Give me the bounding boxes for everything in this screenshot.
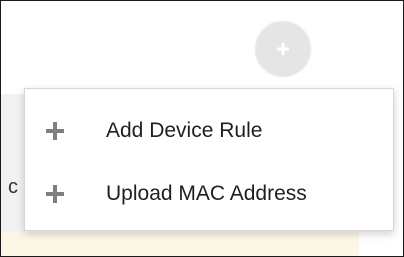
background-panel (1, 94, 25, 234)
menu-item-label: Upload MAC Address (106, 182, 307, 205)
plus-icon (277, 43, 289, 55)
add-dropdown-menu: Add Device Rule Upload MAC Address (24, 88, 394, 231)
menu-item-add-device-rule[interactable]: Add Device Rule (25, 106, 393, 156)
background-partial-text: c (8, 176, 18, 198)
plus-icon (45, 184, 65, 204)
add-fab-button[interactable] (255, 21, 311, 77)
menu-item-upload-mac-address[interactable]: Upload MAC Address (25, 169, 393, 219)
menu-item-label: Add Device Rule (106, 119, 263, 142)
screenshot-frame: c Add Device Rule Upload MAC Address (0, 0, 404, 257)
background-highlight-row (1, 232, 359, 256)
plus-icon (45, 121, 65, 141)
